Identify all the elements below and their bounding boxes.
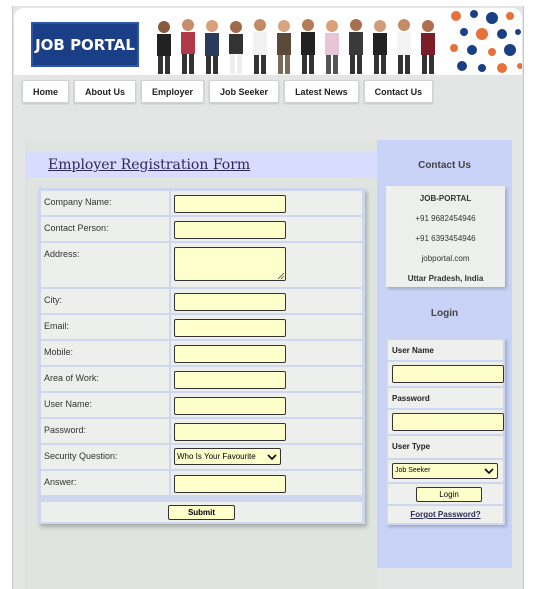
form-row-company-name: Company Name: [41, 191, 362, 215]
nav-contact-us[interactable]: Contact Us [363, 80, 434, 103]
address-textarea[interactable] [174, 247, 286, 281]
login-row-user-type-select: Job Seeker [388, 460, 503, 482]
decorative-dots-graphic [450, 10, 522, 73]
login-row-button: Login [388, 484, 503, 504]
chevron-down-icon [267, 454, 277, 461]
forgot-password-link[interactable]: Forgot Password? [388, 506, 503, 519]
area-of-work-label: Area of Work: [41, 367, 169, 391]
form-row-answer: Answer: [41, 471, 362, 495]
nav-job-seeker[interactable]: Job Seeker [209, 80, 280, 103]
nav-home[interactable]: Home [22, 80, 70, 103]
form-submit-row: Submit [41, 502, 362, 522]
form-row-password: Password: [41, 419, 362, 443]
form-row-city: City: [41, 289, 362, 313]
main-nav: Home About Us Employer Job Seeker Latest… [22, 80, 434, 104]
form-row-contact-person: Contact Person: [41, 217, 362, 241]
nav-employer[interactable]: Employer [141, 80, 205, 103]
area-of-work-input[interactable] [174, 371, 286, 389]
login-user-name-label: User Name [392, 346, 434, 355]
sidebar: Contact Us JOB-PORTAL +91 9682454946 +91… [377, 140, 512, 568]
contact-location: Uttar Pradesh, India [407, 274, 484, 283]
registration-form: Company Name: Contact Person: Address: C… [38, 188, 365, 524]
header-banner: JOB PORTAL [14, 8, 522, 75]
address-label: Address: [41, 243, 169, 287]
user-name-label: User Name: [41, 393, 169, 417]
email-label: Email: [41, 315, 169, 339]
login-row-password-input [388, 410, 504, 434]
login-form: User Name Password User Type Job Seeker … [386, 338, 505, 525]
email-input[interactable] [174, 319, 286, 337]
login-row-user-name-label: User Name [388, 340, 503, 360]
form-row-address: Address: [41, 243, 362, 287]
form-row-user-name: User Name: [41, 393, 362, 417]
form-row-security-question: Security Question: Who Is Your Favourite [41, 445, 362, 469]
city-label: City: [41, 289, 169, 313]
security-question-label: Security Question: [41, 445, 169, 469]
login-password-label: Password [392, 394, 430, 403]
form-title: Employer Registration Form [48, 157, 251, 173]
city-input[interactable] [174, 293, 286, 311]
resize-grip-icon[interactable] [278, 273, 284, 279]
site-logo[interactable]: JOB PORTAL [31, 22, 139, 67]
contact-company-name: JOB-PORTAL [419, 194, 472, 203]
password-input[interactable] [174, 423, 286, 441]
login-row-password-label: Password [388, 388, 503, 408]
mobile-label: Mobile: [41, 341, 169, 365]
contact-us-title: Contact Us [418, 160, 471, 171]
form-row-email: Email: [41, 315, 362, 339]
login-password-input[interactable] [392, 413, 504, 431]
nav-latest-news[interactable]: Latest News [284, 80, 359, 103]
user-type-select[interactable]: Job Seeker [392, 463, 498, 479]
login-user-type-label: User Type [392, 442, 431, 451]
security-question-value: Who Is Your Favourite [177, 452, 256, 461]
login-row-user-name-input [388, 362, 504, 386]
answer-label: Answer: [41, 471, 169, 495]
contact-phone-1: +91 9682454946 [415, 214, 476, 223]
company-name-input[interactable] [174, 195, 286, 213]
contact-person-input[interactable] [174, 221, 286, 239]
submit-button[interactable]: Submit [168, 505, 235, 520]
contact-person-label: Contact Person: [41, 217, 169, 241]
nav-about-us[interactable]: About Us [74, 80, 137, 103]
login-row-user-type-label: User Type [388, 436, 503, 458]
people-banner-image [157, 19, 435, 74]
form-row-area-of-work: Area of Work: [41, 367, 362, 391]
login-user-name-input[interactable] [392, 365, 504, 383]
form-row-mobile: Mobile: [41, 341, 362, 365]
security-question-select[interactable]: Who Is Your Favourite [174, 448, 281, 465]
password-label: Password: [41, 419, 169, 443]
contact-phone-2: +91 6393454946 [415, 234, 476, 243]
chevron-down-icon [484, 468, 494, 475]
user-type-value: Job Seeker [395, 467, 431, 474]
login-row-forgot: Forgot Password? [388, 506, 503, 523]
user-name-input[interactable] [174, 397, 286, 415]
company-name-label: Company Name: [41, 191, 169, 215]
mobile-input[interactable] [174, 345, 286, 363]
login-title: Login [430, 308, 459, 319]
contact-info-box: JOB-PORTAL +91 9682454946 +91 6393454946… [386, 186, 505, 287]
contact-website[interactable]: jobportal.com [386, 254, 505, 263]
answer-input[interactable] [174, 475, 286, 493]
login-button[interactable]: Login [416, 487, 482, 502]
